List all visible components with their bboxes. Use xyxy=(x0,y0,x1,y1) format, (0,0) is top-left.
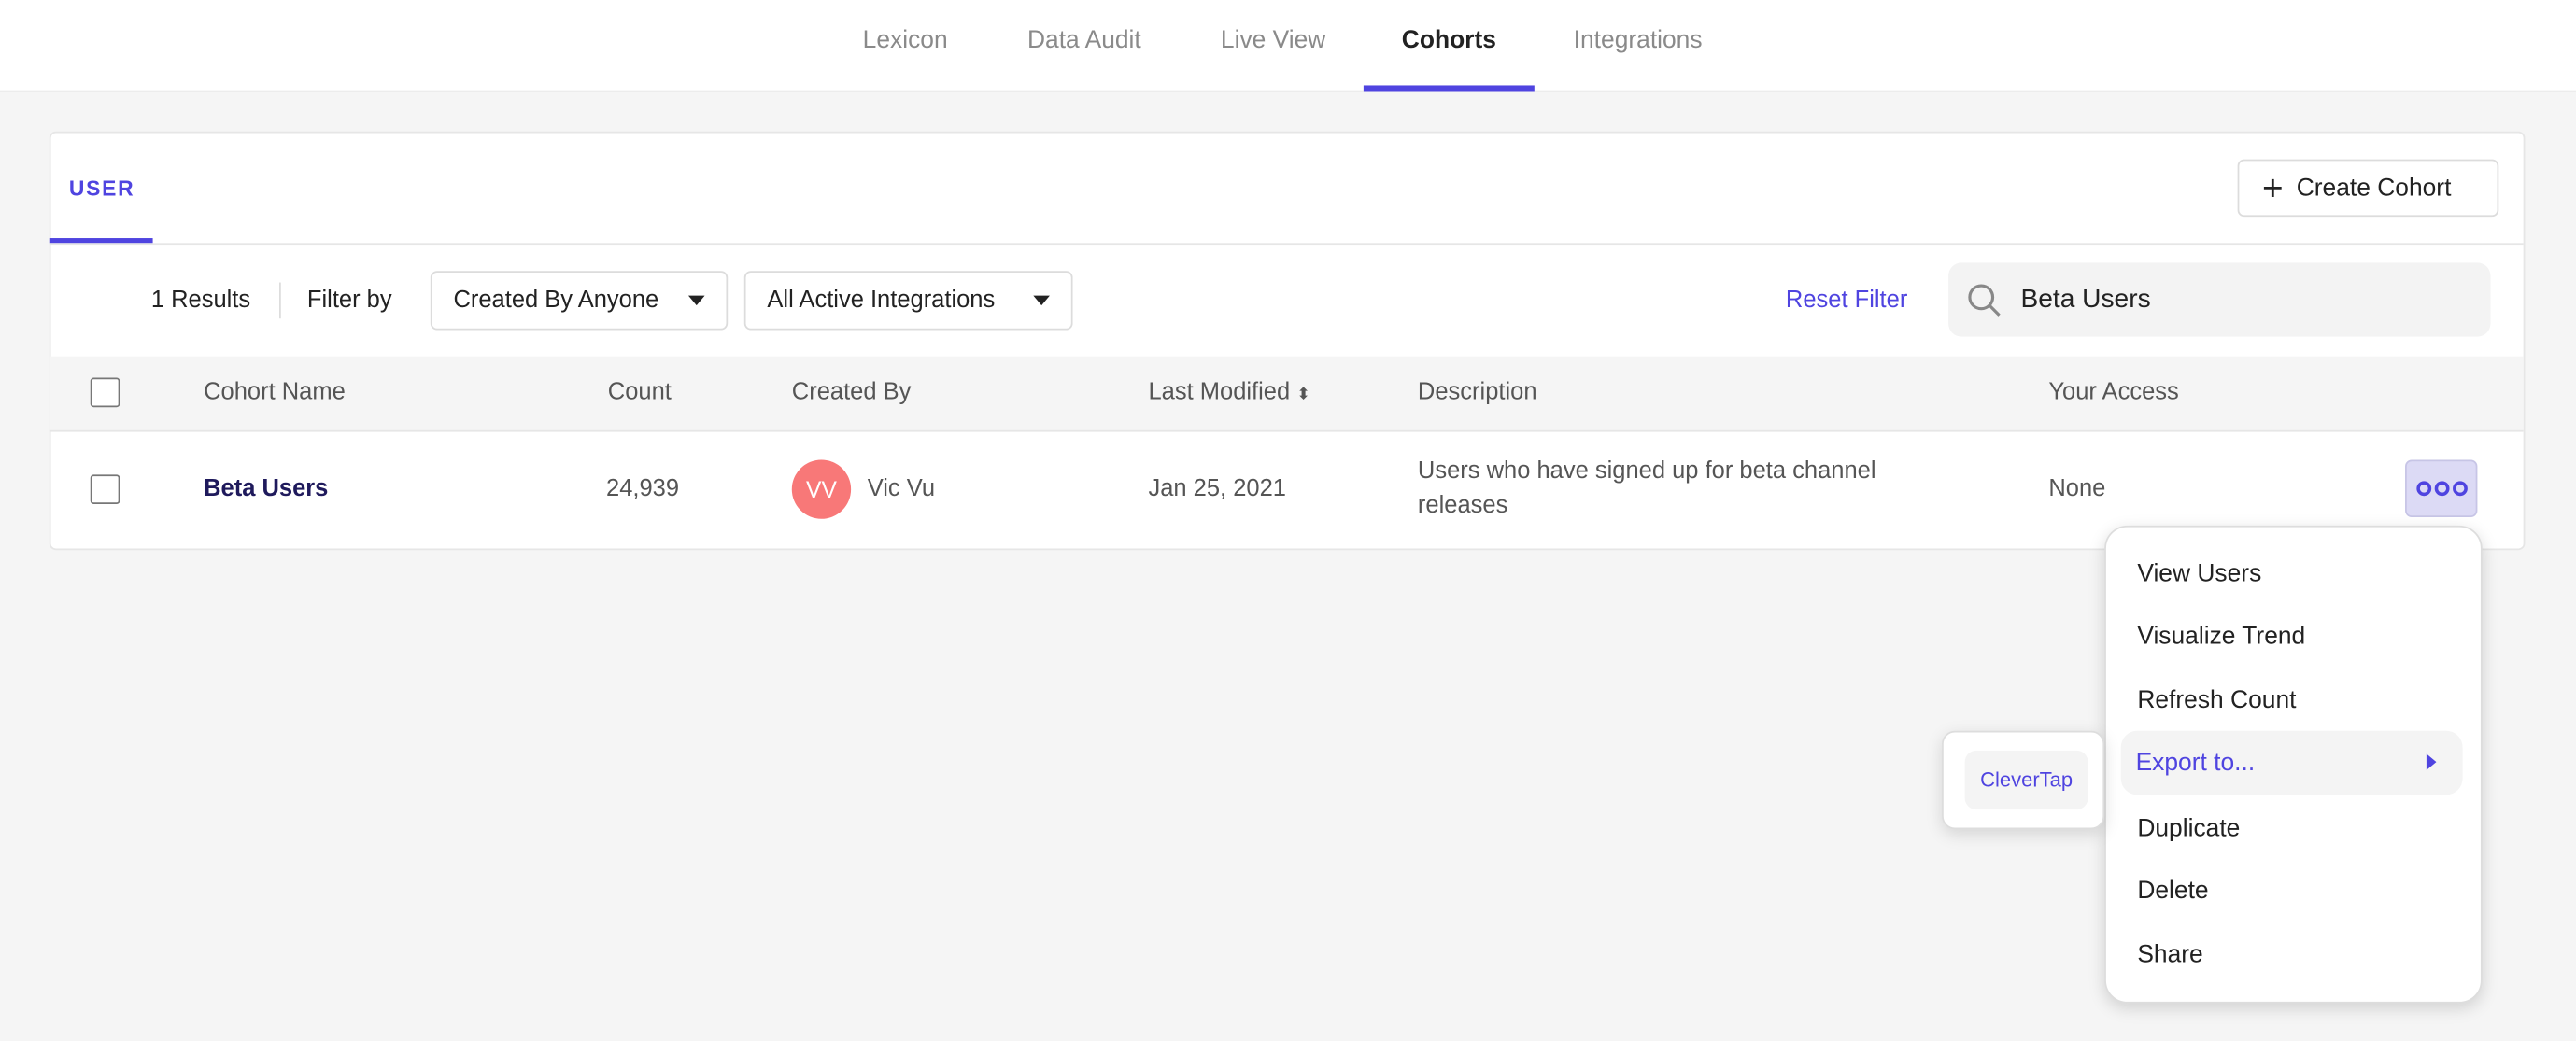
select-all-checkbox[interactable] xyxy=(90,377,120,408)
tab-user[interactable]: USER xyxy=(69,176,135,200)
menu-item-export-to[interactable]: Export to... xyxy=(2120,730,2463,795)
tab-cohorts[interactable]: Cohorts xyxy=(1402,26,1496,54)
divider xyxy=(49,243,2524,246)
caret-down-icon xyxy=(1033,295,1050,306)
tab-integrations[interactable]: Integrations xyxy=(1574,26,1703,54)
dot-icon xyxy=(2452,481,2467,497)
dot-icon xyxy=(2415,481,2431,497)
header-last-modified[interactable]: Last Modified ⬍ xyxy=(1148,379,1310,405)
header-description: Description xyxy=(1417,379,1537,406)
creator-name: Vic Vu xyxy=(867,476,936,503)
active-tab-indicator xyxy=(1363,85,1535,92)
more-actions-button[interactable] xyxy=(2405,459,2478,518)
caret-right-icon xyxy=(2426,753,2437,770)
description-line-1: Users who have signed up for beta channe… xyxy=(1417,457,1876,485)
reset-filter-link[interactable]: Reset Filter xyxy=(1786,288,1907,314)
row-checkbox[interactable] xyxy=(90,474,120,504)
separator xyxy=(279,282,281,319)
menu-item-refresh-count[interactable]: Refresh Count xyxy=(2137,686,2296,714)
create-cohort-label: Create Cohort xyxy=(2296,174,2452,203)
menu-item-duplicate[interactable]: Duplicate xyxy=(2137,814,2240,842)
export-submenu: CleverTap xyxy=(1942,730,2105,830)
menu-item-delete[interactable]: Delete xyxy=(2137,877,2208,905)
caret-down-icon xyxy=(687,295,705,306)
integrations-value: All Active Integrations xyxy=(767,287,996,314)
integrations-dropdown[interactable]: All Active Integrations xyxy=(743,271,1073,331)
header-last-modified-label: Last Modified xyxy=(1148,379,1291,406)
search-input[interactable]: Beta Users xyxy=(1948,262,2491,337)
export-to-label: Export to... xyxy=(2135,749,2256,777)
last-modified: Jan 25, 2021 xyxy=(1148,476,1286,503)
access-level: None xyxy=(2048,476,2106,503)
results-count: 1 Results xyxy=(150,287,251,314)
menu-item-visualize-trend[interactable]: Visualize Trend xyxy=(2137,623,2305,651)
created-by-value: Created By Anyone xyxy=(453,287,659,314)
submenu-item-clevertap[interactable]: CleverTap xyxy=(1964,750,2088,810)
tab-data-audit[interactable]: Data Audit xyxy=(1027,26,1141,54)
header-cohort-name: Cohort Name xyxy=(204,379,346,406)
created-by-dropdown[interactable]: Created By Anyone xyxy=(430,271,729,331)
header-count: Count xyxy=(607,379,672,406)
cohort-name-link[interactable]: Beta Users xyxy=(204,476,328,502)
menu-item-share[interactable]: Share xyxy=(2137,941,2202,969)
dot-icon xyxy=(2433,481,2449,497)
description-line-2: releases xyxy=(1417,492,1508,519)
cohorts-card xyxy=(49,131,2526,551)
menu-item-view-users[interactable]: View Users xyxy=(2137,560,2261,588)
filter-by-label: Filter by xyxy=(306,287,392,314)
tab-lexicon[interactable]: Lexicon xyxy=(863,26,948,54)
create-cohort-button[interactable]: + Create Cohort xyxy=(2237,159,2499,218)
tab-live-view[interactable]: Live View xyxy=(1221,26,1325,54)
plus-icon: + xyxy=(2262,166,2284,208)
search-icon xyxy=(1968,283,2001,316)
header-created-by: Created By xyxy=(791,379,912,406)
top-nav: Lexicon Data Audit Live View Cohorts Int… xyxy=(0,0,2576,92)
header-your-access: Your Access xyxy=(2048,379,2179,406)
search-value: Beta Users xyxy=(2020,285,2151,314)
avatar: VV xyxy=(791,459,852,519)
cohort-count: 24,939 xyxy=(606,476,680,503)
sort-icon: ⬍ xyxy=(1296,386,1311,404)
